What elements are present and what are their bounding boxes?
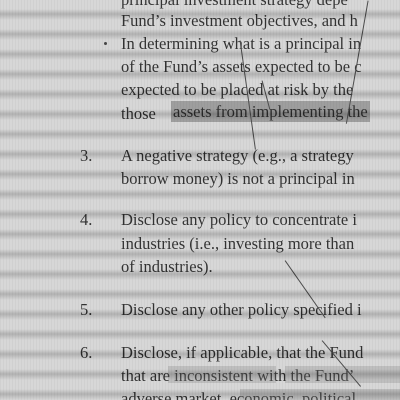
highlight-block [168, 366, 276, 383]
document-page: principal investment strategy depe Fund’… [0, 0, 400, 400]
text-line: Disclose any other policy specified i [121, 300, 362, 319]
text-line: principal investment strategy depe [121, 0, 348, 9]
text-line: of the Fund’s assets expected to be c [121, 57, 362, 76]
pen-dot [104, 42, 107, 45]
item-number: 3. [80, 146, 93, 165]
highlight-block [285, 366, 400, 383]
text-line: borrow money) is not a principal in [121, 169, 355, 188]
text-line: of industries). [121, 257, 213, 276]
text-line: Fund’s investment objectives, and h [121, 11, 358, 30]
highlight-block [240, 389, 400, 400]
text-line: industries (i.e., investing more than [121, 234, 355, 253]
highlighted-text: assets from implementing the [171, 101, 370, 122]
text-line: Disclose any policy to concentrate i [121, 210, 357, 229]
text-line: A negative strategy (e.g., a strategy [121, 146, 354, 165]
item-number: 4. [80, 210, 93, 229]
item-number: 6. [80, 343, 93, 362]
text-line: those [121, 104, 156, 123]
text-line: expected to be placed at risk by the [121, 80, 354, 99]
item-number: 5. [80, 300, 93, 319]
